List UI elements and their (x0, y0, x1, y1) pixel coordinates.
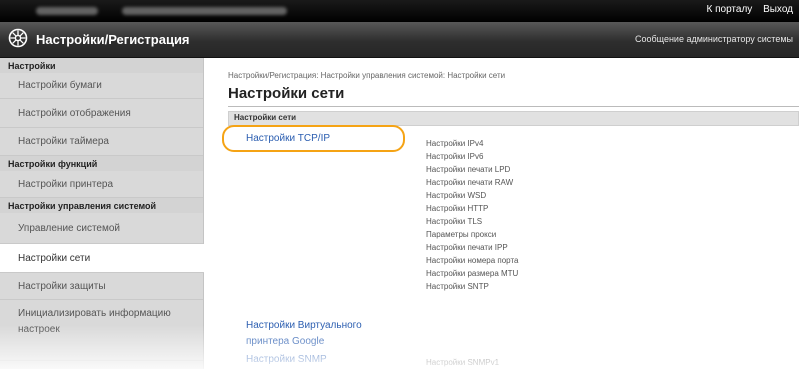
tcpip-subitem-list: Настройки IPv4 Настройки IPv6 Настройки … (426, 137, 518, 293)
sidebar-category-functions: Настройки функций (0, 156, 203, 171)
google-cloud-print-link[interactable]: Настройки Виртуального принтера Google (246, 318, 396, 350)
sidebar-item-display[interactable]: Настройки отображения (0, 99, 203, 128)
sidebar-item-paper[interactable]: Настройки бумаги (0, 73, 203, 99)
tcpip-settings-link[interactable]: Настройки TCP/IP (246, 133, 330, 144)
sidebar: Настройки Настройки бумаги Настройки ото… (0, 58, 204, 369)
sidebar-item-printer[interactable]: Настройки принтера (0, 171, 203, 198)
google-link-line2: принтера Google (246, 336, 325, 347)
tcpip-subitem: Параметры прокси (426, 230, 497, 239)
portal-link[interactable]: К порталу (707, 4, 753, 15)
top-links: К порталу Выход (699, 4, 794, 15)
tcpip-subitem: Настройки печати RAW (426, 178, 514, 187)
sidebar-item-timer[interactable]: Настройки таймера (0, 128, 203, 156)
sidebar-category-system: Настройки управления системой (0, 198, 203, 213)
tcpip-subitem: Настройки WSD (426, 191, 487, 200)
sidebar-item-initialize-line2: настроек (18, 324, 60, 335)
sidebar-item-initialize-line1: Инициализировать информацию (18, 308, 171, 319)
sidebar-item-network[interactable]: Настройки сети (0, 244, 204, 273)
tcpip-subitem: Настройки IPv6 (426, 152, 484, 161)
tcpip-subitem: Настройки размера MTU (426, 269, 519, 278)
gear-settings-icon (8, 28, 28, 48)
snmp-subitem: Настройки SNMPv1 (426, 358, 500, 367)
blurred-device-address (122, 7, 287, 15)
tcpip-subitem: Настройки печати LPD (426, 165, 511, 174)
app-title: Настройки/Регистрация (36, 32, 190, 47)
blurred-device-name (36, 7, 98, 15)
admin-message-link[interactable]: Сообщение администратору системы (635, 34, 793, 44)
tcpip-subitem: Настройки номера порта (426, 256, 519, 265)
sidebar-item-security[interactable]: Настройки защиты (0, 273, 203, 300)
main-content: Настройки/Регистрация: Настройки управле… (213, 58, 799, 369)
sidebar-item-system-management[interactable]: Управление системой (0, 213, 203, 244)
tcpip-subitem: Настройки TLS (426, 217, 483, 226)
google-link-line1: Настройки Виртуального (246, 320, 362, 331)
tcpip-subitem: Настройки печати IPP (426, 243, 508, 252)
tcpip-subitem: Настройки HTTP (426, 204, 489, 213)
logout-link[interactable]: Выход (763, 4, 793, 15)
tcpip-subitem: Настройки IPv4 (426, 139, 484, 148)
title-divider (228, 106, 799, 107)
section-header-label: Настройки сети (234, 113, 297, 122)
sidebar-category-settings: Настройки (0, 58, 203, 73)
breadcrumb: Настройки/Регистрация: Настройки управле… (228, 71, 506, 80)
tcpip-subitem: Настройки SNTP (426, 282, 489, 291)
page-title: Настройки сети (228, 85, 345, 102)
top-bar: К порталу Выход (0, 0, 799, 22)
snmp-settings-link[interactable]: Настройки SNMP (246, 354, 327, 365)
sidebar-item-initialize[interactable]: Инициализировать информацию настроек (0, 300, 203, 361)
app-header: Настройки/Регистрация Сообщение админист… (0, 22, 799, 58)
section-header: Настройки сети (228, 111, 799, 126)
